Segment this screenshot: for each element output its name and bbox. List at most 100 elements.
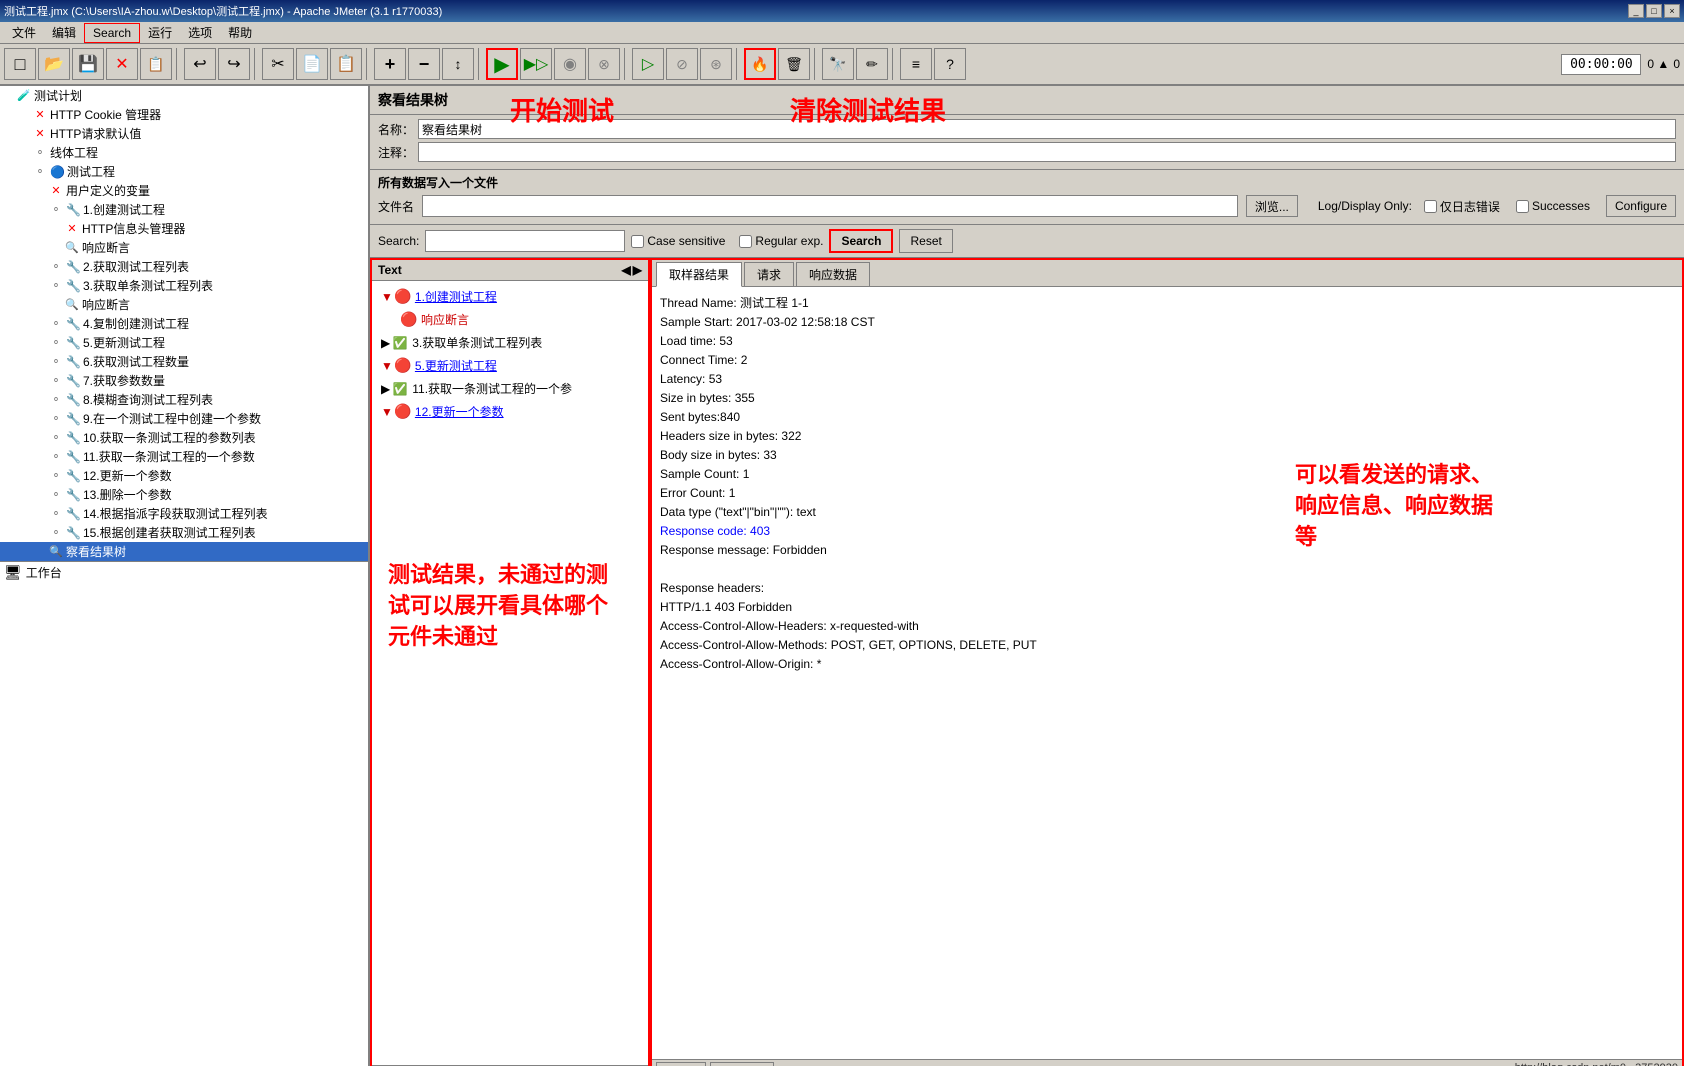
shutdown-button[interactable]: ⊗: [588, 48, 620, 80]
list-item[interactable]: ▶ ✅ 11.获取一条测试工程的一个参: [376, 377, 644, 400]
load-time: Load time: 53: [660, 332, 1674, 350]
close-btn[interactable]: ×: [1664, 4, 1680, 18]
list-item[interactable]: ▼ 🔴 5.更新测试工程: [376, 354, 644, 377]
add-button[interactable]: +: [374, 48, 406, 80]
configure-button[interactable]: Configure: [1606, 195, 1676, 217]
tree-item-assertion2[interactable]: 🔍 响应断言: [0, 295, 368, 314]
search-input[interactable]: [425, 230, 625, 252]
tree-item-http-header[interactable]: ✕ HTTP信息头管理器: [0, 219, 368, 238]
browse-button[interactable]: 浏览...: [1246, 195, 1298, 217]
search-label: Search:: [378, 234, 419, 248]
tree-label-get-param-list: 10.获取一条测试工程的参数列表: [83, 429, 256, 446]
clear-button[interactable]: 🔥: [744, 48, 776, 80]
tree-item-get-param-list[interactable]: ⚬ 🔧 10.获取一条测试工程的参数列表: [0, 428, 368, 447]
workbench-icon: 🖥: [4, 564, 22, 581]
tree-item-thread[interactable]: ⚬ 线体工程: [0, 143, 368, 162]
reset-button[interactable]: Reset: [899, 229, 952, 253]
tab-response-data[interactable]: 响应数据: [796, 262, 870, 286]
new-button[interactable]: □: [4, 48, 36, 80]
tree-item-cookie[interactable]: ✕ HTTP Cookie 管理器: [0, 105, 368, 124]
tab-request[interactable]: 请求: [744, 262, 794, 286]
move-button[interactable]: ↕: [442, 48, 474, 80]
stop-button[interactable]: ◉: [554, 48, 586, 80]
tree-item-vars[interactable]: ✕ 用户定义的变量: [0, 181, 368, 200]
save-as-button[interactable]: 📋: [140, 48, 172, 80]
workbench-item[interactable]: 🖥 工作台: [0, 561, 368, 583]
clear-all-button[interactable]: 🗑: [778, 48, 810, 80]
name-input[interactable]: [418, 119, 1676, 139]
tree-item-get-by-field[interactable]: ⚬ 🔧 14.根据指派字段获取测试工程列表: [0, 504, 368, 523]
tree-item-update[interactable]: ⚬ 🔧 5.更新测试工程: [0, 333, 368, 352]
tree-item-delete-param[interactable]: ⚬ 🔧 13.删除一个参数: [0, 485, 368, 504]
menu-run[interactable]: 运行: [140, 22, 180, 43]
tree-item-results-tree[interactable]: 🔍 察看结果树: [0, 542, 368, 561]
item-label: 3.获取单条测试工程列表: [412, 334, 542, 351]
tree-item-get-param[interactable]: ⚬ 🔧 11.获取一条测试工程的一个参数: [0, 447, 368, 466]
help-button[interactable]: ?: [934, 48, 966, 80]
tree-item-create[interactable]: ⚬ 🔧 1.创建测试工程: [0, 200, 368, 219]
save-button[interactable]: 💾: [72, 48, 104, 80]
tab-sampler-results[interactable]: 取样器结果: [656, 262, 742, 287]
minimize-btn[interactable]: _: [1628, 4, 1644, 18]
list-item[interactable]: ▶ ✅ 3.获取单条测试工程列表: [376, 331, 644, 354]
window-controls[interactable]: _ □ ×: [1628, 4, 1680, 18]
log-errors-check[interactable]: [1424, 200, 1437, 213]
remote-start-button[interactable]: ▷: [632, 48, 664, 80]
error-icon: 🔴: [395, 358, 411, 374]
undo-button[interactable]: ↩: [184, 48, 216, 80]
tree-item-get-count[interactable]: ⚬ 🔧 6.获取测试工程数量: [0, 352, 368, 371]
tree-item-copy[interactable]: ⚬ 🔧 4.复制创建测试工程: [0, 314, 368, 333]
redo-button[interactable]: ↪: [218, 48, 250, 80]
tree-item-defaults[interactable]: ✕ HTTP请求默认值: [0, 124, 368, 143]
expand-arrow: ▶: [381, 382, 390, 396]
regex-checkbox[interactable]: Regular exp.: [739, 234, 823, 248]
tree-item-get-single[interactable]: ⚬ 🔧 3.获取单条测试工程列表: [0, 276, 368, 295]
paste-button[interactable]: 📋: [330, 48, 362, 80]
list-item[interactable]: 🔴 响应断言: [376, 308, 644, 331]
parsed-button[interactable]: Parsed: [710, 1062, 774, 1066]
tree-item-get-by-creator[interactable]: ⚬ 🔧 15.根据创建者获取测试工程列表: [0, 523, 368, 542]
regex-check[interactable]: [739, 235, 752, 248]
tree-item-create-param[interactable]: ⚬ 🔧 9.在一个测试工程中创建一个参数: [0, 409, 368, 428]
expand-icon[interactable]: ▶: [633, 263, 642, 277]
search-toolbar-button[interactable]: 🔭: [822, 48, 854, 80]
open-button[interactable]: 📂: [38, 48, 70, 80]
tree-item-plan[interactable]: 🧪 测试计划: [0, 86, 368, 105]
start-button[interactable]: ▶: [486, 48, 518, 80]
list-item[interactable]: ▼ 🔴 1.创建测试工程: [376, 285, 644, 308]
raw-button[interactable]: Raw: [656, 1062, 706, 1066]
list-item[interactable]: ▼ 🔴 12.更新一个参数: [376, 400, 644, 423]
close-test-button[interactable]: ✕: [106, 48, 138, 80]
copy-button[interactable]: 📄: [296, 48, 328, 80]
maximize-btn[interactable]: □: [1646, 4, 1662, 18]
template-button[interactable]: ✏: [856, 48, 888, 80]
tree-item-assertion1[interactable]: 🔍 响应断言: [0, 238, 368, 257]
menu-edit[interactable]: 编辑: [44, 22, 84, 43]
menu-options[interactable]: 选项: [180, 22, 220, 43]
collapse-icon[interactable]: ◀: [622, 263, 631, 277]
case-sensitive-check[interactable]: [631, 235, 644, 248]
successes-checkbox[interactable]: Successes: [1516, 199, 1590, 213]
remote-stop-button[interactable]: ⊘: [666, 48, 698, 80]
tree-item-test[interactable]: ⚬ 🔵 测试工程: [0, 162, 368, 181]
comment-input[interactable]: [418, 142, 1676, 162]
successes-check[interactable]: [1516, 200, 1529, 213]
log-errors-checkbox[interactable]: 仅日志错误: [1424, 198, 1500, 215]
case-sensitive-checkbox[interactable]: Case sensitive: [631, 234, 725, 248]
tree-item-query[interactable]: ⚬ 🔧 8.模糊查询测试工程列表: [0, 390, 368, 409]
search-button[interactable]: Search: [829, 229, 893, 253]
main-layout: 🧪 测试计划 ✕ HTTP Cookie 管理器 ✕ HTTP请求默认值 ⚬ 线…: [0, 86, 1684, 1066]
menu-help[interactable]: 帮助: [220, 22, 260, 43]
menu-file[interactable]: 文件: [4, 22, 44, 43]
list-button[interactable]: ≡: [900, 48, 932, 80]
start-no-pause-button[interactable]: ▶▷: [520, 48, 552, 80]
tree-item-update-param[interactable]: ⚬ 🔧 12.更新一个参数: [0, 466, 368, 485]
tree-item-get-list[interactable]: ⚬ 🔧 2.获取测试工程列表: [0, 257, 368, 276]
file-input[interactable]: [422, 195, 1238, 217]
remote-exit-button[interactable]: ⊛: [700, 48, 732, 80]
remove-button[interactable]: −: [408, 48, 440, 80]
tabs-bar: 取样器结果 请求 响应数据: [652, 260, 1682, 287]
cut-button[interactable]: ✂: [262, 48, 294, 80]
menu-search[interactable]: Search: [84, 23, 140, 43]
tree-item-get-params[interactable]: ⚬ 🔧 7.获取参数数量: [0, 371, 368, 390]
